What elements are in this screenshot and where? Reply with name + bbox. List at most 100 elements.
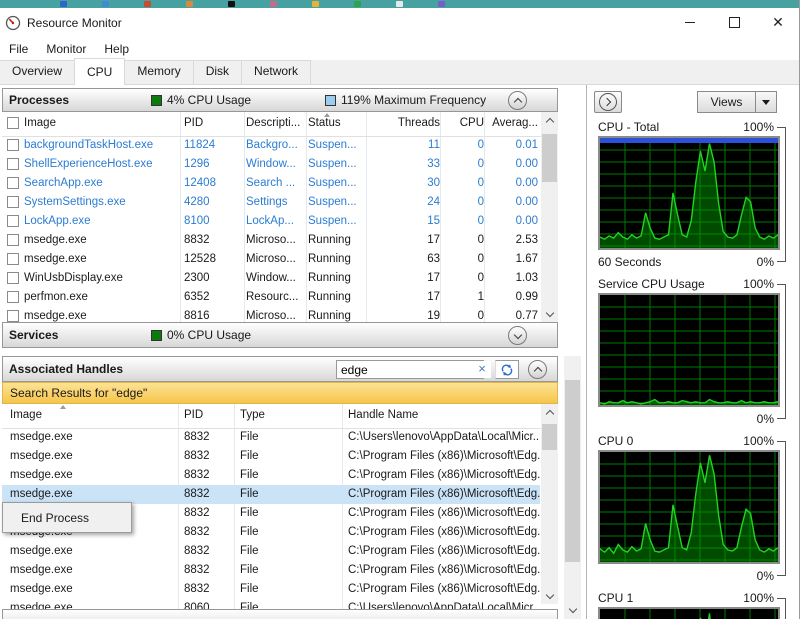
- process-image: LockApp.exe: [24, 212, 174, 231]
- process-threads: 17: [368, 288, 440, 307]
- process-row[interactable]: ShellExperienceHost.exe 1296 Window... S…: [2, 155, 540, 174]
- row-checkbox[interactable]: [7, 196, 19, 208]
- process-average: 2.53: [486, 231, 538, 250]
- panel-scrollbar[interactable]: [564, 356, 581, 619]
- process-status: Suspen...: [308, 136, 366, 155]
- collapse-processes-button[interactable]: [508, 91, 527, 110]
- process-row[interactable]: msedge.exe 8832 Microso... Running 17 0 …: [2, 231, 540, 250]
- handle-name: C:\Program Files (x86)\Microsoft\Edg...: [348, 542, 540, 561]
- taskbar-icon: [60, 1, 67, 7]
- process-average: 1.03: [486, 269, 538, 288]
- process-threads: 33: [368, 155, 440, 174]
- next-section-header: [2, 609, 558, 619]
- menu-item[interactable]: Monitor: [37, 39, 95, 59]
- tab[interactable]: CPU: [74, 58, 125, 85]
- tab[interactable]: Disk: [193, 60, 242, 84]
- expand-panel-button[interactable]: [594, 91, 622, 113]
- row-checkbox[interactable]: [7, 158, 19, 170]
- refresh-icon: [500, 363, 514, 377]
- scrollbar-thumb[interactable]: [565, 380, 580, 562]
- processes-section-header[interactable]: Processes 4% CPU Usage 119% Maximum Freq…: [2, 88, 558, 112]
- process-image: msedge.exe: [24, 250, 174, 269]
- handle-row[interactable]: msedge.exe 8832 File C:\Program Files (x…: [2, 466, 540, 485]
- col-pid[interactable]: PID: [184, 409, 203, 421]
- scrollbar-thumb[interactable]: [542, 424, 557, 450]
- process-row[interactable]: WinUsbDisplay.exe 2300 Window... Running…: [2, 269, 540, 288]
- process-row[interactable]: backgroundTaskHost.exe 11824 Backgro... …: [2, 136, 540, 155]
- process-cpu: 0: [442, 212, 484, 231]
- col-cpu[interactable]: CPU: [442, 117, 484, 129]
- expand-services-button[interactable]: [508, 326, 527, 345]
- process-description: Resourc...: [246, 288, 304, 307]
- graph-service-cpu-usage: Service CPU Usage100%0%: [590, 275, 800, 428]
- sort-ascending-icon: [60, 405, 66, 409]
- row-checkbox[interactable]: [7, 253, 19, 265]
- tab[interactable]: Overview: [0, 60, 75, 84]
- scrollbar-thumb[interactable]: [542, 134, 557, 182]
- col-average[interactable]: Averag...: [486, 117, 538, 129]
- handles-scrollbar[interactable]: [541, 404, 558, 604]
- refresh-search-button[interactable]: [495, 360, 519, 379]
- process-row[interactable]: LockApp.exe 8100 LockAp... Suspen... 15 …: [2, 212, 540, 231]
- row-checkbox[interactable]: [7, 234, 19, 246]
- col-threads[interactable]: Threads: [368, 117, 440, 129]
- tab[interactable]: Memory: [124, 60, 193, 84]
- process-image: SystemSettings.exe: [24, 193, 174, 212]
- col-image[interactable]: Image: [24, 117, 56, 129]
- collapse-handles-button[interactable]: [528, 360, 547, 379]
- processes-table-header[interactable]: Image PID Descripti... Status Threads CP…: [2, 112, 541, 137]
- col-description[interactable]: Descripti...: [246, 117, 300, 129]
- scroll-up-button[interactable]: [541, 404, 558, 420]
- handle-pid: 8832: [184, 428, 232, 447]
- handle-row[interactable]: msedge.exe 8832 File C:\Program Files (x…: [2, 542, 540, 561]
- end-process-menu-item[interactable]: End Process: [21, 511, 89, 525]
- row-checkbox[interactable]: [7, 177, 19, 189]
- col-type[interactable]: Type: [240, 409, 265, 421]
- panel-divider[interactable]: [586, 84, 587, 619]
- handles-section-header[interactable]: Associated Handles ×: [2, 356, 558, 382]
- row-checkbox[interactable]: [7, 139, 19, 151]
- handle-row[interactable]: msedge.exe 8832 File C:\Users\lenovo\App…: [2, 428, 540, 447]
- select-all-checkbox[interactable]: [7, 117, 19, 129]
- row-checkbox[interactable]: [7, 215, 19, 227]
- scroll-down-button[interactable]: [564, 602, 581, 618]
- col-image[interactable]: Image: [10, 409, 42, 421]
- process-status: Suspen...: [308, 155, 366, 174]
- graph-min-label: 0%: [757, 253, 774, 271]
- clear-search-icon[interactable]: ×: [473, 361, 491, 378]
- handle-row[interactable]: msedge.exe 8832 File C:\Program Files (x…: [2, 580, 540, 599]
- col-handle-name[interactable]: Handle Name: [348, 409, 418, 421]
- scroll-up-button[interactable]: [541, 112, 558, 128]
- minimize-button[interactable]: [668, 8, 712, 36]
- handle-type: File: [240, 504, 336, 523]
- menu-item[interactable]: File: [0, 39, 37, 59]
- processes-scrollbar[interactable]: [541, 112, 558, 322]
- process-row[interactable]: SearchApp.exe 12408 Search ... Suspen...…: [2, 174, 540, 193]
- row-checkbox[interactable]: [7, 272, 19, 284]
- handles-table-header[interactable]: Image PID Type Handle Name: [2, 404, 541, 429]
- graph-scale-bracket: [777, 284, 786, 419]
- process-row[interactable]: perfmon.exe 6352 Resourc... Running 17 1…: [2, 288, 540, 307]
- process-row[interactable]: msedge.exe 12528 Microso... Running 63 0…: [2, 250, 540, 269]
- scroll-down-button[interactable]: [541, 588, 558, 604]
- handles-search-input[interactable]: [336, 360, 484, 379]
- handle-row[interactable]: msedge.exe 8832 File C:\Program Files (x…: [2, 447, 540, 466]
- scroll-down-button[interactable]: [541, 306, 558, 322]
- search-results-bar: Search Results for "edge": [2, 382, 558, 404]
- menu-item[interactable]: Help: [95, 39, 138, 59]
- views-arrow[interactable]: [755, 92, 776, 112]
- row-checkbox[interactable]: [7, 310, 19, 322]
- process-row[interactable]: SystemSettings.exe 4280 Settings Suspen.…: [2, 193, 540, 212]
- tab[interactable]: Network: [241, 60, 311, 84]
- views-dropdown-button[interactable]: Views: [697, 91, 777, 113]
- row-checkbox[interactable]: [7, 291, 19, 303]
- process-cpu: 0: [442, 174, 484, 193]
- close-button[interactable]: ✕: [756, 8, 800, 36]
- col-pid[interactable]: PID: [184, 117, 203, 129]
- process-pid: 12408: [184, 174, 240, 193]
- maximize-button[interactable]: [712, 8, 756, 36]
- handle-row[interactable]: msedge.exe 8832 File C:\Program Files (x…: [2, 561, 540, 580]
- services-section-header[interactable]: Services 0% CPU Usage: [2, 322, 558, 348]
- col-status[interactable]: Status: [308, 117, 341, 129]
- handle-pid: 8832: [184, 504, 232, 523]
